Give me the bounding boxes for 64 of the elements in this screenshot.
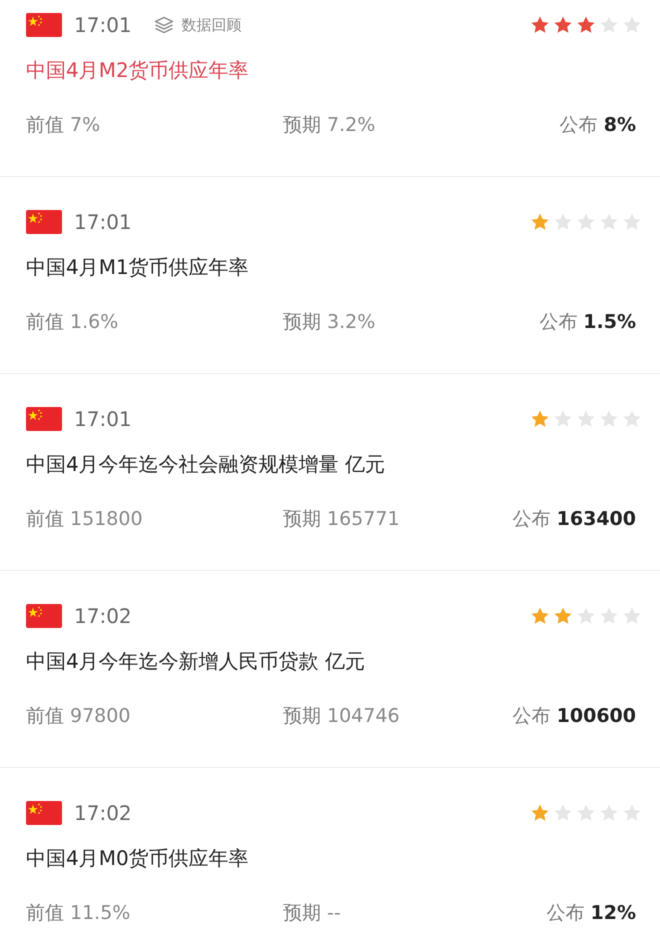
layers-icon[interactable] — [154, 16, 174, 34]
event-title[interactable]: 中国4月今年迄今社会融资规模增量 亿元 — [26, 450, 636, 478]
actual-label: 公布 — [546, 902, 585, 924]
previous-value: 97800 — [70, 705, 130, 727]
empty-star-icon — [553, 803, 573, 823]
empty-star-icon — [599, 212, 619, 232]
previous-value: 7% — [70, 114, 100, 136]
actual-label: 公布 — [539, 311, 578, 333]
event-title[interactable]: 中国4月M2货币供应年率 — [26, 56, 636, 84]
flag-icon — [26, 13, 62, 37]
previous-label: 前值 — [26, 508, 64, 530]
actual-value: 12% — [590, 902, 636, 924]
data-review-link[interactable]: 数据回顾 — [182, 16, 242, 34]
forecast-label: 预期 — [283, 902, 321, 924]
actual-label: 公布 — [512, 705, 551, 727]
previous-value: 1.6% — [70, 311, 118, 333]
empty-star-icon — [576, 803, 596, 823]
forecast-label: 预期 — [283, 705, 321, 727]
previous-label: 前值 — [26, 114, 64, 136]
empty-star-icon — [622, 803, 642, 823]
forecast-value: 3.2% — [327, 311, 376, 333]
empty-star-icon — [622, 606, 642, 626]
event-title[interactable]: 中国4月M0货币供应年率 — [26, 844, 636, 872]
event-title[interactable]: 中国4月今年迄今新增人民币贷款 亿元 — [26, 647, 636, 675]
empty-star-icon — [622, 212, 642, 232]
flag-icon — [26, 210, 62, 234]
actual-value: 8% — [604, 114, 636, 136]
empty-star-icon — [576, 212, 596, 232]
empty-star-icon — [576, 409, 596, 429]
empty-star-icon — [553, 212, 573, 232]
event-time: 17:01 — [74, 407, 132, 431]
event-time: 17:01 — [74, 210, 132, 234]
empty-star-icon — [553, 409, 573, 429]
previous-label: 前值 — [26, 902, 64, 924]
empty-star-icon — [599, 606, 619, 626]
empty-star-icon — [576, 606, 596, 626]
forecast-value: 104746 — [327, 705, 400, 727]
previous-label: 前值 — [26, 311, 64, 333]
event-title[interactable]: 中国4月M1货币供应年率 — [26, 253, 636, 281]
forecast-label: 预期 — [283, 311, 321, 333]
actual-value: 163400 — [556, 508, 636, 530]
event-time: 17:01 — [74, 13, 132, 37]
forecast-value: -- — [327, 902, 341, 924]
flag-icon — [26, 801, 62, 825]
forecast-value: 165771 — [327, 508, 400, 530]
previous-value: 151800 — [70, 508, 143, 530]
empty-star-icon — [599, 803, 619, 823]
flag-icon — [26, 604, 62, 628]
empty-star-icon — [622, 409, 642, 429]
empty-star-icon — [599, 15, 619, 35]
actual-value: 100600 — [556, 705, 636, 727]
flag-icon — [26, 407, 62, 431]
event-time: 17:02 — [74, 801, 132, 825]
forecast-label: 预期 — [283, 114, 321, 136]
actual-label: 公布 — [512, 508, 551, 530]
forecast-value: 7.2% — [327, 114, 376, 136]
forecast-label: 预期 — [283, 508, 321, 530]
actual-value: 1.5% — [583, 311, 636, 333]
empty-star-icon — [622, 15, 642, 35]
event-time: 17:02 — [74, 604, 132, 628]
previous-value: 11.5% — [70, 902, 130, 924]
actual-label: 公布 — [560, 114, 598, 136]
previous-label: 前值 — [26, 705, 64, 727]
empty-star-icon — [599, 409, 619, 429]
